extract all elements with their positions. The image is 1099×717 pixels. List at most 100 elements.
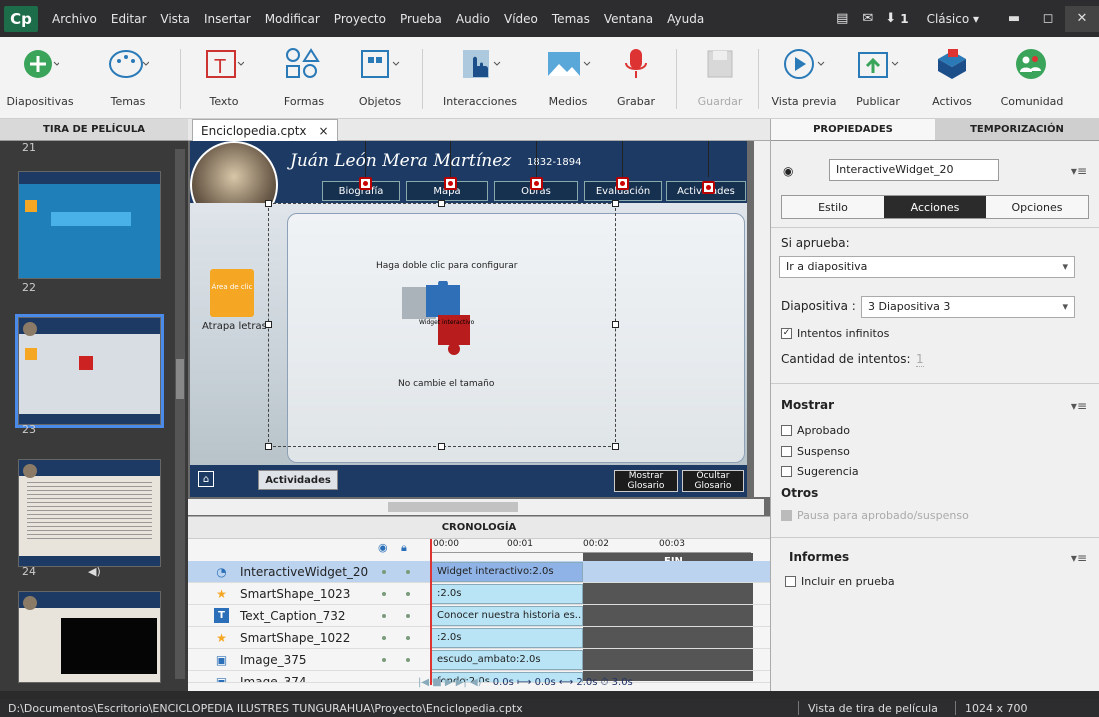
timeline-ruler[interactable]: 00:00 00:01 00:02 00:03: [431, 539, 751, 553]
hide-glossary-button[interactable]: Ocultar Glosario: [682, 470, 744, 492]
shapes-button[interactable]: Formas: [264, 45, 344, 108]
timeline-bar[interactable]: :2.0s: [431, 628, 583, 648]
menu-prueba[interactable]: Prueba: [400, 12, 442, 26]
pause-checkbox[interactable]: Pausa para aprobado/suspenso: [781, 509, 969, 522]
playback-icons[interactable]: |◀ ■ ▶ ▶| ◀): [418, 677, 482, 688]
menu-editar[interactable]: Editar: [111, 12, 147, 26]
timeline-row[interactable]: ▣ Image_375 escudo_ambato:2.0s: [188, 649, 770, 671]
workspace-switcher[interactable]: Clásico ▾: [927, 12, 979, 26]
record-button[interactable]: Grabar: [596, 45, 676, 108]
basket-icon[interactable]: Área de clic: [210, 269, 254, 317]
segment-acciones[interactable]: Acciones: [884, 196, 986, 218]
menu-video[interactable]: Vídeo: [504, 12, 538, 26]
suspenso-checkbox[interactable]: Suspenso: [781, 445, 850, 458]
actividades-button[interactable]: Actividades: [258, 470, 338, 490]
on-success-dropdown[interactable]: Ir a diapositiva: [779, 256, 1075, 278]
timeline-controls[interactable]: |◀ ■ ▶ ▶| ◀) 0.0s ⟼ 0.0s ⟷ 2.0s ⏱ 3.0s: [418, 677, 633, 688]
lock-icon[interactable]: 🔒︎: [401, 541, 407, 555]
marker-line: [622, 141, 623, 177]
tab-temporizacion[interactable]: TEMPORIZACIÓN: [935, 119, 1099, 140]
publish-button[interactable]: Publicar: [838, 45, 918, 108]
panel-menu-icon[interactable]: ▾≡: [1071, 164, 1087, 178]
menu-ventana[interactable]: Ventana: [604, 12, 653, 26]
hotspot-marker[interactable]: [359, 177, 372, 190]
chat-icon[interactable]: ▤: [836, 11, 848, 26]
aprobado-checkbox[interactable]: Aprobado: [781, 424, 850, 437]
hotspot-marker[interactable]: [702, 181, 715, 194]
interactions-button[interactable]: Interacciones: [440, 45, 520, 108]
close-icon[interactable]: ✕: [1065, 5, 1099, 32]
maximize-icon[interactable]: ◻: [1031, 6, 1065, 32]
stage-vertical-scrollbar[interactable]: [754, 141, 770, 497]
menu-proyecto[interactable]: Proyecto: [334, 12, 386, 26]
timeline-row[interactable]: ◔ InteractiveWidget_20 Widget interactiv…: [188, 561, 770, 583]
section-menu-icon[interactable]: ▾≡: [1071, 399, 1087, 413]
menu-insertar[interactable]: Insertar: [204, 12, 251, 26]
slides-button[interactable]: Diapositivas: [0, 45, 80, 108]
show-glossary-button[interactable]: Mostrar Glosario: [614, 470, 678, 492]
sugerencia-checkbox[interactable]: Sugerencia: [781, 465, 859, 478]
menu-ayuda[interactable]: Ayuda: [667, 12, 704, 26]
timeline-row[interactable]: ★ SmartShape_1023 :2.0s: [188, 583, 770, 605]
assets-button[interactable]: Activos: [912, 45, 992, 108]
document-tabbar: Enciclopedia.cptx ×: [188, 119, 770, 141]
menu-archivo[interactable]: Archivo: [52, 12, 97, 26]
minimize-icon[interactable]: ▬: [997, 6, 1031, 32]
media-label: Medios: [548, 95, 588, 108]
themes-button[interactable]: Temas: [88, 45, 168, 108]
timeline-row[interactable]: T Text_Caption_732 Conocer nuestra histo…: [188, 605, 770, 627]
visibility-icon[interactable]: ◉: [783, 164, 793, 178]
timeline-bar[interactable]: escudo_ambato:2.0s: [431, 650, 583, 670]
include-in-quiz-checkbox[interactable]: Incluir en prueba: [785, 575, 895, 588]
filmstrip-scrollbar[interactable]: [175, 149, 185, 679]
timeline-bar[interactable]: :2.0s: [431, 584, 583, 604]
slide-canvas[interactable]: Juán León Mera Martínez 1832-1894 Biogra…: [190, 141, 747, 497]
basket-label[interactable]: Atrapa letras: [202, 321, 267, 332]
notification-count: 1: [900, 11, 909, 26]
objects-button[interactable]: Objetos: [340, 45, 420, 108]
playhead[interactable]: [430, 539, 432, 685]
hotspot-marker[interactable]: [616, 177, 629, 190]
document-tab[interactable]: Enciclopedia.cptx ×: [192, 119, 338, 141]
resize-handle[interactable]: [265, 200, 272, 207]
infinite-attempts-checkbox[interactable]: ✓ Intentos infinitos: [781, 327, 889, 340]
close-tab-icon[interactable]: ×: [319, 124, 329, 138]
timeline-bar[interactable]: Conocer nuestra historia es...: [431, 606, 583, 626]
object-name-field[interactable]: InteractiveWidget_20: [829, 159, 999, 181]
segment-estilo[interactable]: Estilo: [782, 196, 884, 218]
home-icon[interactable]: ⌂: [198, 471, 214, 487]
mail-icon[interactable]: ✉: [862, 11, 873, 26]
slide-title[interactable]: Juán León Mera Martínez: [290, 151, 511, 171]
resize-handle[interactable]: [612, 321, 619, 328]
preview-button[interactable]: Vista previa: [764, 45, 844, 108]
slide-thumbnail-22[interactable]: [15, 314, 164, 428]
stage-horizontal-scrollbar[interactable]: [188, 499, 764, 515]
menu-temas[interactable]: Temas: [552, 12, 590, 26]
segment-opciones[interactable]: Opciones: [986, 196, 1088, 218]
timeline-bar[interactable]: Widget interactivo:2.0s: [431, 562, 583, 582]
hotspot-marker[interactable]: [530, 177, 543, 190]
slide-target-dropdown[interactable]: 3 Diapositiva 3: [861, 296, 1075, 318]
download-icon[interactable]: ⬇: [885, 11, 896, 26]
resolution: 1024 x 700: [965, 701, 1028, 715]
section-menu-icon[interactable]: ▾≡: [1071, 551, 1087, 565]
slide-thumbnail-24[interactable]: [18, 591, 161, 683]
attempts-value[interactable]: 1: [916, 352, 924, 367]
resize-handle[interactable]: [438, 443, 445, 450]
text-button[interactable]: T Texto: [184, 45, 264, 108]
menu-modificar[interactable]: Modificar: [265, 12, 320, 26]
slide-thumbnail-23[interactable]: [18, 459, 161, 567]
hotspot-marker[interactable]: [444, 177, 457, 190]
slide-thumbnail-21[interactable]: [18, 171, 161, 279]
resize-handle[interactable]: [265, 443, 272, 450]
visibility-icon[interactable]: ◉: [378, 541, 388, 554]
tab-propiedades[interactable]: PROPIEDADES: [771, 119, 935, 140]
resize-handle[interactable]: [612, 200, 619, 207]
menu-audio[interactable]: Audio: [456, 12, 490, 26]
timeline-row[interactable]: ★ SmartShape_1022 :2.0s: [188, 627, 770, 649]
community-button[interactable]: Comunidad: [992, 45, 1072, 108]
resize-handle[interactable]: [438, 200, 445, 207]
resize-handle[interactable]: [612, 443, 619, 450]
menu-vista[interactable]: Vista: [160, 12, 190, 26]
save-button[interactable]: Guardar: [680, 45, 760, 108]
